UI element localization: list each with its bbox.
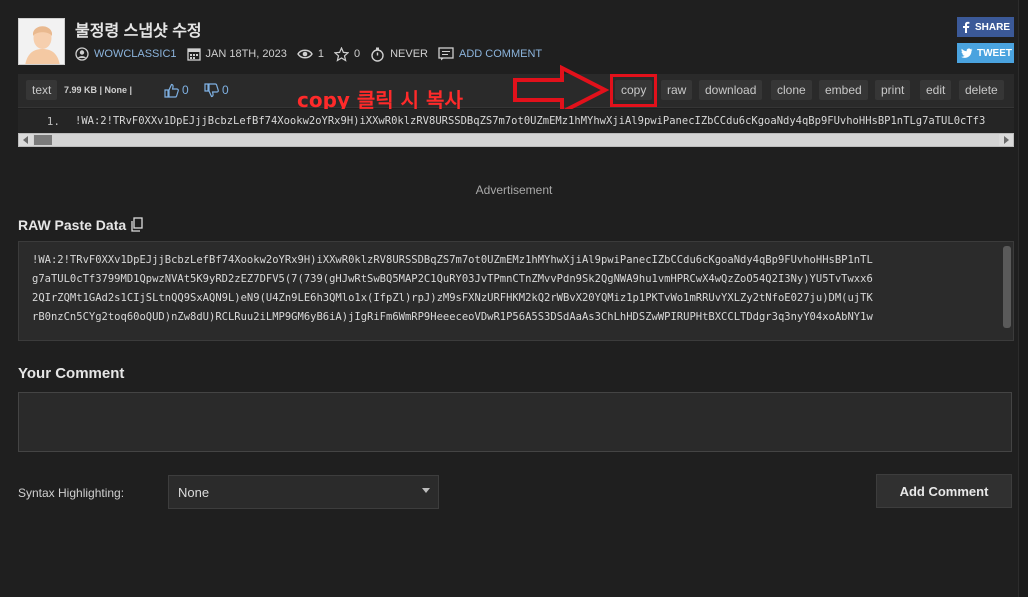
code-horizontal-scrollbar[interactable] <box>18 133 1014 147</box>
raw-title-text: RAW Paste Data <box>18 217 127 233</box>
line-number: 1. <box>46 114 60 128</box>
add-comment-button[interactable]: Add Comment <box>876 474 1012 508</box>
tweet-label: TWEET <box>977 47 1012 59</box>
syntax-highlighting-label: Syntax Highlighting: <box>18 486 125 500</box>
author-info[interactable]: WOWCLASSIC1 <box>75 47 177 61</box>
thumbs-up-icon <box>164 83 179 98</box>
scroll-left-arrow-icon[interactable] <box>19 134 33 146</box>
author-avatar[interactable] <box>18 18 65 65</box>
thumbs-down-icon <box>204 82 219 97</box>
paste-size-info: 7.99 KB | None | <box>64 85 133 95</box>
raw-paste-title: RAW Paste Data <box>18 217 144 233</box>
twitter-icon <box>961 47 973 58</box>
embed-button[interactable]: embed <box>819 80 868 100</box>
expiry-info: NEVER <box>370 47 428 62</box>
facebook-icon <box>963 21 970 33</box>
share-label: SHARE <box>975 21 1011 33</box>
star-count[interactable]: 0 <box>333 46 361 62</box>
paste-meta: WOWCLASSIC1 JAN 18TH, 2023 1 0 NEVER ADD… <box>75 45 552 63</box>
star-icon <box>333 46 349 62</box>
stopwatch-icon <box>371 47 384 62</box>
raw-paste-content: !WA:2!TRvF0XXv1DpEJjjBcbzLefBf74Xookw2oY… <box>32 251 992 327</box>
raw-line: 2QIrZQMt1GAd2s1CIjSLtnQQ9SxAQN9L)eN9(U4Z… <box>32 292 873 304</box>
dislike-count: 0 <box>222 83 229 97</box>
raw-line: !WA:2!TRvF0XXv1DpEJjjBcbzLefBf74Xookw2oY… <box>32 254 873 266</box>
comment-textarea[interactable] <box>18 392 1012 452</box>
raw-line: rB0nzCn5CYg2toq60oQUD)nZw8dU)RCLRuu2iLMP… <box>32 311 873 323</box>
edit-button[interactable]: edit <box>920 80 952 100</box>
add-comment-link-wrap[interactable]: ADD COMMENT <box>438 47 542 61</box>
clone-button[interactable]: clone <box>771 80 812 100</box>
download-button[interactable]: download <box>699 80 763 100</box>
delete-button[interactable]: delete <box>959 80 1004 100</box>
views-text: 1 <box>317 48 324 60</box>
your-comment-title: Your Comment <box>18 365 125 382</box>
twitter-tweet-button[interactable]: TWEET <box>957 43 1014 63</box>
code-line: !WA:2!TRvF0XXv1DpEJjjBcbzLefBf74Xookw2oY… <box>75 115 986 127</box>
copy-clipboard-icon[interactable] <box>130 217 144 233</box>
page-scrollbar[interactable] <box>1018 0 1028 597</box>
syntax-tag-button[interactable]: text <box>26 80 58 100</box>
syntax-highlighting-select[interactable]: None <box>168 475 439 509</box>
user-icon <box>75 47 89 61</box>
paste-date: JAN 18TH, 2023 <box>186 47 287 61</box>
eye-icon <box>297 49 313 59</box>
print-button[interactable]: print <box>875 80 911 100</box>
expiry-text: NEVER <box>390 48 428 60</box>
paste-title: 불정령 스냅샷 수정 <box>75 23 202 40</box>
author-name[interactable]: WOWCLASSIC1 <box>94 48 177 60</box>
view-count: 1 <box>297 47 324 61</box>
stars-text: 0 <box>353 48 361 60</box>
like-count: 0 <box>182 83 189 97</box>
raw-button[interactable]: raw <box>661 80 693 100</box>
scroll-right-arrow-icon[interactable] <box>999 134 1013 146</box>
raw-line: g7aTUL0cTf3799MD1QpwzNVAt5K9yRD2zEZ7DFV5… <box>32 273 873 285</box>
add-comment-link[interactable]: ADD COMMENT <box>459 48 542 60</box>
raw-scrollbar-thumb[interactable] <box>1003 246 1011 328</box>
copy-highlight-box <box>610 74 657 107</box>
chevron-down-icon <box>422 488 430 493</box>
facebook-share-button[interactable]: SHARE <box>957 17 1014 37</box>
advertisement-label: Advertisement <box>475 183 553 197</box>
date-text: JAN 18TH, 2023 <box>205 48 287 60</box>
like-button[interactable]: 0 <box>164 80 189 100</box>
comment-icon <box>438 47 454 61</box>
scrollbar-thumb[interactable] <box>34 135 52 145</box>
calendar-icon <box>186 48 201 61</box>
dislike-button[interactable]: 0 <box>204 80 229 100</box>
syntax-selected-value: None <box>178 484 210 500</box>
